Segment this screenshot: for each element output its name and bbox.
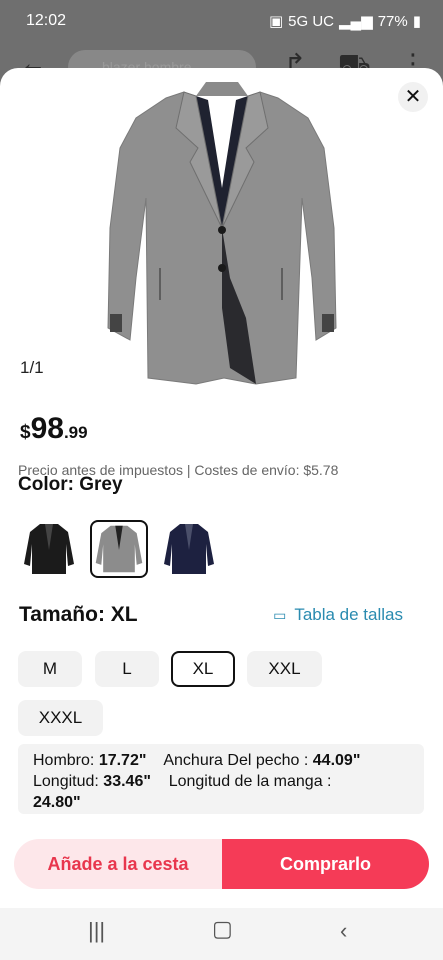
product-options-sheet: ✕ 1/1 $ 98 .99 Precio antes de impuestos… (0, 68, 443, 908)
price: $ 98 .99 (20, 412, 88, 446)
navy-coat-thumbnail (164, 524, 214, 574)
ruler-icon: ▭ (273, 606, 287, 623)
size-chart-label: Tabla de tallas (294, 605, 403, 624)
length-value: 33.46" (103, 773, 151, 790)
add-to-cart-button[interactable]: Añade a la cesta (14, 839, 222, 889)
size-specs-box: Hombro: 17.72" Anchura Del pecho : 44.09… (18, 744, 424, 814)
specs-line-1: Hombro: 17.72" Anchura Del pecho : 44.09… (33, 750, 409, 771)
color-label: Color: (18, 474, 74, 494)
chest-label: Anchura Del pecho : (163, 752, 309, 769)
image-counter: 1/1 (20, 358, 44, 377)
size-label: Tamaño: (19, 603, 105, 626)
battery-label: 77% (377, 12, 408, 30)
notification-icon: ▣ (268, 13, 284, 30)
size-option-l[interactable]: L (95, 651, 159, 687)
size-option-xxxl[interactable]: XXXL (18, 700, 103, 736)
buy-now-button[interactable]: Comprarlo (222, 839, 429, 889)
size-option-m[interactable]: M (18, 651, 82, 687)
shoulder-value: 17.72" (98, 752, 147, 769)
close-button[interactable]: ✕ (398, 82, 428, 112)
color-value: Grey (79, 474, 123, 494)
size-option-xl[interactable]: XL (171, 651, 235, 687)
system-nav-bar: ||| ▢ ‹ (0, 908, 443, 960)
recent-apps-icon[interactable]: ||| (88, 918, 105, 944)
battery-icon: ▮ (412, 13, 421, 30)
chest-value: 44.09" (312, 752, 361, 769)
specs-line-3: 24.80" (33, 792, 409, 813)
status-time: 12:02 (26, 12, 67, 29)
swatch-navy[interactable] (160, 520, 218, 578)
swatch-grey[interactable] (90, 520, 148, 578)
size-selection-label: Tamaño: XL (19, 603, 138, 627)
product-image[interactable] (106, 78, 338, 388)
home-icon[interactable]: ▢ (212, 916, 233, 942)
black-coat-thumbnail (24, 524, 74, 574)
swatch-black[interactable] (20, 520, 78, 578)
size-option-xxl[interactable]: XXL (247, 651, 322, 687)
specs-line-2: Longitud: 33.46" Longitud de la manga : (33, 771, 409, 792)
back-icon[interactable]: ‹ (340, 918, 347, 944)
sleeve-value: 24.80" (33, 794, 81, 811)
close-icon: ✕ (404, 86, 422, 108)
status-bar: 12:02 ▣ 5G UC ▂▄▆ 77% ▮ (0, 0, 443, 42)
sleeve-label: Longitud de la manga : (168, 773, 332, 790)
price-integer: 98 (30, 412, 64, 445)
status-right: ▣ 5G UC ▂▄▆ 77% ▮ (268, 12, 421, 31)
size-value: XL (110, 603, 138, 626)
price-currency: $ (20, 422, 31, 443)
length-label: Longitud: (33, 773, 99, 790)
price-decimal: .99 (63, 423, 88, 442)
grey-coat-thumbnail (95, 525, 143, 573)
signal-icon: ▂▄▆ (339, 13, 373, 30)
color-selection-label: Color: Grey (18, 474, 123, 494)
action-bar: Añade a la cesta Comprarlo (14, 839, 429, 889)
shoulder-label: Hombro: (33, 752, 95, 769)
size-chart-link[interactable]: ▭ Tabla de tallas (273, 605, 403, 625)
network-label: 5G UC (288, 12, 334, 30)
